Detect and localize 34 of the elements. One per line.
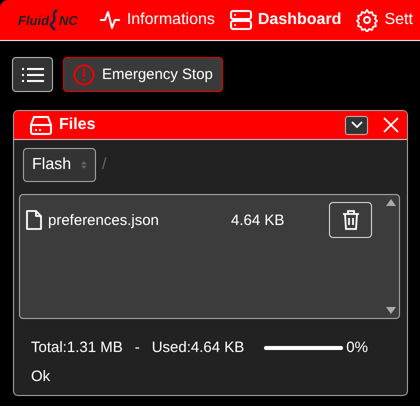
close-button[interactable] xyxy=(383,117,399,133)
usage-percent: 0% xyxy=(346,339,368,356)
drive-icon xyxy=(30,115,52,135)
logo-text: NC xyxy=(59,12,78,28)
menu-icon xyxy=(22,66,44,82)
status-text: Ok xyxy=(30,367,52,385)
menu-button[interactable] xyxy=(12,57,53,92)
server-icon xyxy=(228,8,253,32)
file-size: 4.64 KB xyxy=(231,212,286,228)
nav-tab[interactable]: Informations xyxy=(98,8,215,32)
settings-icon xyxy=(355,8,380,32)
close-icon xyxy=(383,117,399,133)
logo-text: Fluid xyxy=(18,12,50,28)
path-text: / xyxy=(102,156,106,174)
filesystem-select[interactable]: Flash xyxy=(23,148,96,182)
scroll-down-icon[interactable] xyxy=(386,307,396,314)
emergency-stop-button[interactable]: Emergency Stop xyxy=(63,57,223,92)
nav-tab[interactable]: Dashboard xyxy=(228,8,342,32)
used-text: Used:4.64 KB xyxy=(152,339,244,356)
panel-title: Files xyxy=(59,116,96,134)
file-name[interactable]: preferences.json xyxy=(48,212,231,228)
sort-caret-icon xyxy=(81,159,87,171)
pulse-icon xyxy=(98,8,122,32)
total-text: Total:1.31 MB xyxy=(31,339,123,356)
alert-icon xyxy=(73,64,95,86)
scroll-up-icon[interactable] xyxy=(386,199,396,206)
chevron-down-icon xyxy=(350,121,362,129)
logo-icon xyxy=(49,9,60,31)
trash-icon xyxy=(342,210,360,230)
collapse-button[interactable] xyxy=(345,116,368,134)
delete-button[interactable] xyxy=(329,202,372,238)
nav-tab[interactable]: Sett xyxy=(355,8,413,32)
file-icon xyxy=(26,210,42,230)
separator-text: - xyxy=(134,339,140,356)
